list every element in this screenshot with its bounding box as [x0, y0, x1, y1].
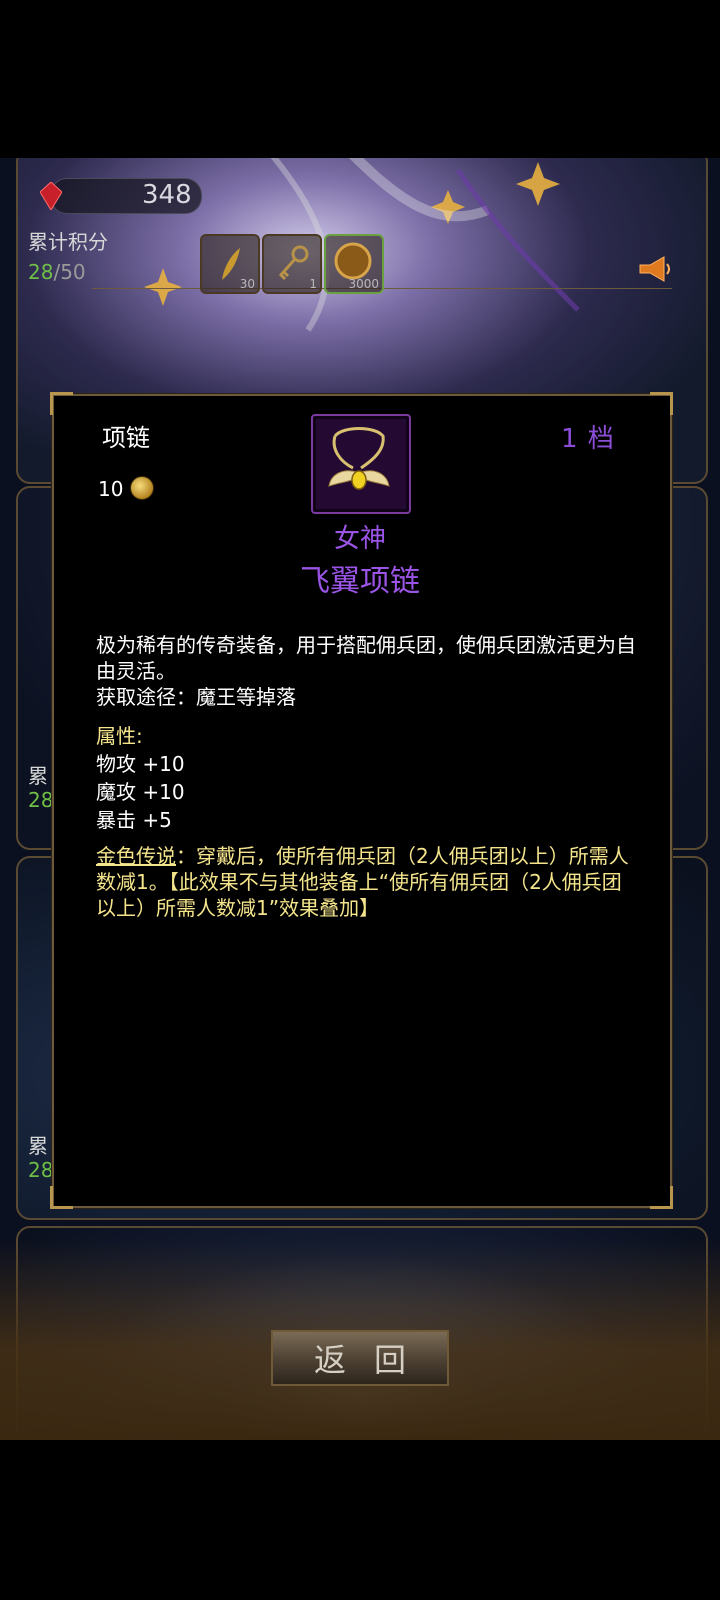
item-name-line2: 飞翼项链: [300, 564, 420, 599]
source-text: 获取途径：魔王等掉落: [96, 685, 296, 709]
item-name-line1: 女神: [333, 524, 386, 554]
cumulative-label: 累计积分: [28, 230, 108, 254]
card-label: 累: [28, 764, 48, 788]
reward-slot-key[interactable]: 1: [262, 234, 322, 294]
progress-text: 28/50: [28, 260, 86, 284]
reward-slot-feather[interactable]: 30: [200, 234, 260, 294]
card-progress: 28: [28, 1158, 54, 1182]
reward-count: 30: [239, 277, 255, 291]
item-icon-frame: [311, 414, 411, 514]
price-value: 10: [98, 477, 124, 501]
gem-icon: [40, 182, 62, 210]
score-value: 348: [142, 180, 192, 210]
necklace-icon: [328, 427, 390, 490]
legendary-label[interactable]: 金色传说: [96, 844, 176, 868]
tier-label: 1 档: [561, 424, 615, 454]
corner-ornament: [650, 392, 673, 415]
item-description: 极为稀有的传奇装备，用于搭配佣兵团，使佣兵团激活更为自由灵活。 获取途径：魔王等…: [96, 632, 636, 710]
reward-slot-coin[interactable]: 3000: [324, 234, 384, 294]
corner-ornament: [50, 1186, 73, 1209]
stat-critical: 暴击 +5: [96, 808, 172, 832]
progress-total: /50: [53, 260, 86, 284]
card-label: 累: [28, 1134, 48, 1158]
description-text: 极为稀有的传奇装备，用于搭配佣兵团，使佣兵团激活更为自由灵活。: [96, 633, 636, 683]
corner-ornament: [650, 1186, 673, 1209]
card-progress: 28: [28, 788, 54, 812]
stat-magic-attack: 魔攻 +10: [96, 780, 185, 804]
back-button[interactable]: 返回: [271, 1330, 449, 1386]
horn-icon[interactable]: [636, 254, 672, 284]
progress-current: 28: [28, 260, 54, 284]
legendary-effect: 金色传说：穿戴后，使所有佣兵团（2人佣兵团以上）所需人数减1。【此效果不与其他装…: [96, 843, 636, 921]
corner-ornament: [50, 392, 73, 415]
legendary-effect-text: ：穿戴后，使所有佣兵团（2人佣兵团以上）所需人数减1。【此效果不与其他装备上“使…: [96, 844, 629, 920]
attributes-title: 属性:: [96, 724, 143, 748]
stat-physical-attack: 物攻 +10: [96, 752, 185, 776]
coin-icon: [130, 476, 154, 500]
slot-name: 项链: [102, 424, 150, 452]
reward-count: 1: [309, 277, 317, 291]
reward-count: 3000: [348, 277, 379, 291]
